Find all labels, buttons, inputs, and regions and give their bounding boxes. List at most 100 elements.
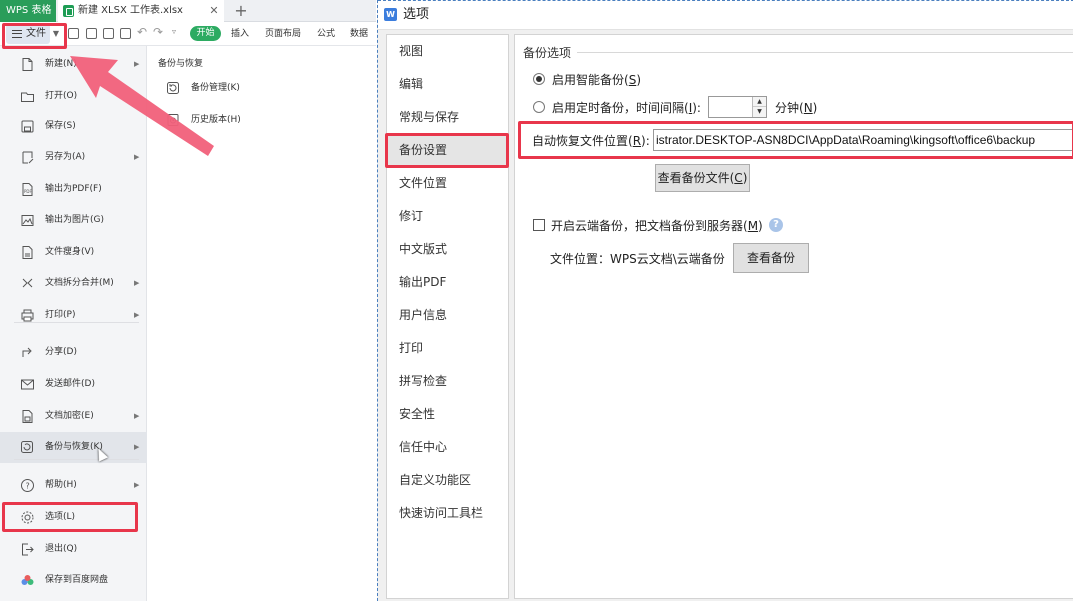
file-menu-item-save[interactable]: 保存(S) (0, 111, 147, 142)
chevron-right-icon: ▶ (134, 311, 140, 319)
lock-icon (22, 410, 33, 423)
chevron-right-icon: ▶ (134, 153, 140, 161)
submenu-item-label: 备份管理(K) (191, 83, 240, 93)
file-menu-item-label: 发送邮件(D) (45, 379, 95, 389)
customize-icon[interactable]: ▿ (172, 27, 176, 36)
exit-icon (22, 543, 34, 556)
file-menu-item-label: 输出为PDF(F) (45, 184, 102, 194)
file-menu-item-save-as[interactable]: 另存为(A) ▶ (0, 142, 147, 173)
chevron-right-icon: ▶ (134, 60, 140, 68)
minutes-label: 分钟(N) (775, 101, 818, 115)
file-menu-button[interactable]: 文件 (6, 24, 50, 44)
folder-icon (21, 92, 34, 102)
view-backup-button[interactable]: 查看备份 (733, 243, 809, 273)
file-menu-item-pdf[interactable]: PDF 输出为PDF(F) (0, 174, 147, 205)
interval-stepper[interactable]: ▲ ▼ (708, 96, 767, 118)
undo-icon[interactable]: ↶ (137, 25, 147, 39)
nav-item-0[interactable]: 视图 (387, 36, 508, 67)
timed-backup-radio[interactable] (533, 101, 545, 113)
nav-item-4[interactable]: 文件位置 (387, 168, 508, 199)
file-menu-item-lock[interactable]: 文档加密(E) ▶ (0, 401, 147, 432)
tab-bar: WPS 表格 新建 XLSX 工作表.xlsx ✕ + (0, 0, 376, 22)
gear-icon (21, 511, 34, 524)
file-menu-item-gear[interactable]: 选项(L) (0, 502, 147, 533)
nav-item-10[interactable]: 拼写检查 (387, 366, 508, 397)
ribbon-tab-formula[interactable]: 公式 (317, 22, 335, 46)
quick-toolbar: 文件 ▼ ↶ ↷ ▿ 开始 插入 页面布局 公式 数据 (0, 22, 376, 46)
redo-icon[interactable]: ↷ (153, 25, 163, 39)
options-nav: 视图 编辑 常规与保存 备份设置 文件位置 修订 中文版式 输出PDF 用户信息 打印 拼写检查 安全… (386, 34, 509, 599)
nav-item-13[interactable]: 自定义功能区 (387, 465, 508, 496)
file-menu-item-cloud[interactable]: 保存到百度网盘 (0, 565, 147, 596)
file-menu-item-share[interactable]: 分享(D) (0, 337, 147, 368)
stepper-down-icon[interactable]: ▼ (753, 107, 766, 117)
ribbon-tab-page-layout[interactable]: 页面布局 (265, 22, 301, 46)
nav-item-8[interactable]: 用户信息 (387, 300, 508, 331)
group-title: 备份选项 (523, 44, 576, 61)
file-menu-item-slim-file[interactable]: 文件瘦身(V) (0, 237, 147, 268)
nav-item-9[interactable]: 打印 (387, 333, 508, 364)
file-menu-item-label: 选项(L) (45, 512, 76, 522)
menu-divider (14, 322, 139, 323)
nav-item-11[interactable]: 安全性 (387, 399, 508, 430)
chevron-down-icon[interactable]: ▼ (50, 24, 62, 44)
file-menu-panel: 新建(N) ▶ 打开(O) 保存(S) 另存为(A) ▶ PDF 输出为PDF(F) 输出为图片… (0, 46, 147, 601)
nav-item-3[interactable]: 备份设置 (387, 135, 508, 166)
view-backup-files-button[interactable]: 查看备份文件(C) (655, 164, 750, 192)
save-as-icon (22, 151, 34, 164)
split-merge-icon (22, 278, 33, 288)
nav-item-7[interactable]: 输出PDF (387, 267, 508, 298)
file-menu-item-exit[interactable]: 退出(Q) (0, 534, 147, 565)
nav-item-2[interactable]: 常规与保存 (387, 102, 508, 133)
tab-document[interactable]: 新建 XLSX 工作表.xlsx (58, 0, 224, 22)
ribbon-tab-data[interactable]: 数据 (350, 22, 368, 46)
cloud-backup-label: 开启云端备份，把文档备份到服务器(M) (551, 219, 763, 233)
autorecover-label: 自动恢复文件位置(R): (532, 134, 650, 148)
nav-item-5[interactable]: 修订 (387, 201, 508, 232)
file-menu-item-label: 分享(D) (45, 347, 77, 357)
ribbon-tab-start[interactable]: 开始 (190, 26, 221, 41)
file-menu-item-image[interactable]: 输出为图片(G) (0, 205, 147, 236)
submenu-title: 备份与恢复 (158, 59, 204, 69)
wps-logo-icon: W (384, 8, 397, 21)
xlsx-file-icon (63, 5, 74, 17)
save-icon[interactable] (68, 28, 79, 39)
print-icon[interactable] (103, 28, 114, 39)
file-menu-item-label: 保存(S) (45, 121, 76, 131)
export-icon[interactable] (86, 28, 97, 39)
file-menu-item-mail[interactable]: 发送邮件(D) (0, 369, 147, 400)
menu-divider (14, 459, 139, 460)
new-file-icon (22, 58, 33, 71)
printer-icon (21, 309, 34, 322)
file-menu-item-help[interactable]: ? 帮助(H) ▶ (0, 470, 147, 501)
nav-item-1[interactable]: 编辑 (387, 69, 508, 100)
file-menu-item-printer[interactable]: 打印(P) ▶ (0, 300, 147, 331)
backup-manage-icon (167, 82, 179, 94)
smart-backup-radio[interactable] (533, 73, 545, 85)
tab-close-icon[interactable]: ✕ (206, 0, 222, 22)
submenu-item-history[interactable]: 历史版本(H) (166, 108, 366, 132)
file-menu-item-label: 文件瘦身(V) (45, 247, 95, 257)
cloud-backup-checkbox[interactable] (533, 219, 545, 231)
nav-item-6[interactable]: 中文版式 (387, 234, 508, 265)
history-icon (167, 114, 179, 126)
ribbon-tab-insert[interactable]: 插入 (231, 22, 249, 46)
new-tab-icon[interactable]: + (232, 0, 250, 22)
preview-icon[interactable] (120, 28, 131, 39)
save-icon (21, 120, 34, 133)
help-icon[interactable]: ? (769, 218, 783, 232)
submenu-item-backup-manage[interactable]: 备份管理(K) (166, 76, 366, 100)
autorecover-path-input[interactable]: istrator.DESKTOP-ASN8DCI\AppData\Roaming… (653, 129, 1073, 151)
nav-item-12[interactable]: 信任中心 (387, 432, 508, 463)
stepper-up-icon[interactable]: ▲ (753, 97, 766, 107)
nav-item-14[interactable]: 快速访问工具栏 (387, 498, 508, 529)
file-menu-item-new-file[interactable]: 新建(N) ▶ (0, 49, 147, 80)
chevron-right-icon: ▶ (134, 481, 140, 489)
file-menu-item-split-merge[interactable]: 文档拆分合并(M) ▶ (0, 268, 147, 299)
options-dialog: W 选项 视图 编辑 常规与保存 备份设置 文件位置 修订 中文版式 输出PDF 用户信息 打印拼… (377, 0, 1073, 601)
share-icon (22, 347, 32, 357)
cloud-file-location-label: 文件位置：WPS云文档\云端备份 (550, 252, 725, 266)
file-menu-item-folder[interactable]: 打开(O) (0, 81, 147, 112)
tab-wps-app[interactable]: WPS 表格 (0, 0, 56, 22)
mail-icon (21, 379, 34, 390)
